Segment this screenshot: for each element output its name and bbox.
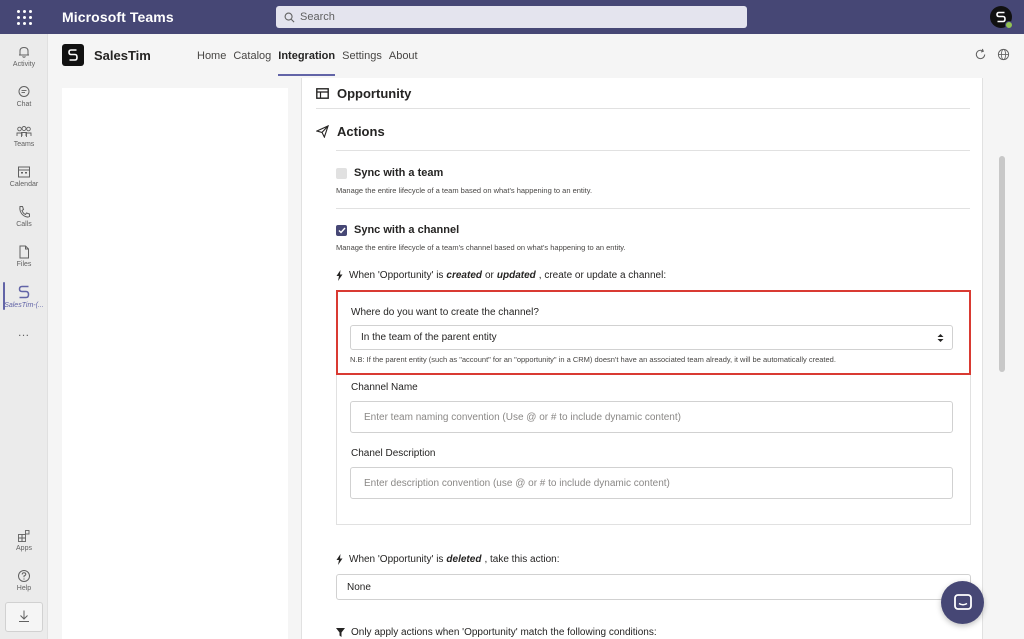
app-nav: Home Catalog Integration Settings About <box>197 50 425 76</box>
rail-label: Apps <box>16 544 32 552</box>
rail-label: Calls <box>16 220 32 228</box>
globe-icon[interactable] <box>997 48 1010 61</box>
scrollbar-thumb[interactable] <box>999 156 1005 372</box>
app-name: SalesTim <box>94 48 151 63</box>
sync-team-checkbox[interactable]: Sync with a team <box>336 167 443 179</box>
entity-header: Opportunity <box>316 86 411 101</box>
presence-available-icon <box>1005 21 1013 29</box>
rail-label: Help <box>16 584 32 592</box>
send-icon <box>316 125 329 138</box>
rail-label: Teams <box>13 140 35 148</box>
rail-item-files[interactable]: Files <box>0 236 48 276</box>
conditions-text: Only apply actions when 'Opportunity' ma… <box>351 627 657 638</box>
conditions-header: Only apply actions when 'Opportunity' ma… <box>336 627 657 638</box>
channel-location-label: Where do you want to create the channel? <box>351 307 539 318</box>
delete-action-value: None <box>347 581 371 593</box>
window-title: Microsoft Teams <box>62 9 174 25</box>
delete-action-select[interactable]: None <box>336 574 971 600</box>
title-bar: Microsoft Teams Search <box>0 0 1024 34</box>
rail-item-calls[interactable]: Calls <box>0 196 48 236</box>
chat-icon <box>18 85 30 97</box>
channel-description-placeholder: Enter description convention (use @ or #… <box>364 477 670 489</box>
app-header: SalesTim Home Catalog Integration Settin… <box>48 34 1024 78</box>
tab-home[interactable]: Home <box>197 50 226 62</box>
rail-label: SalesTim-(... <box>4 301 44 309</box>
rail-label: Files <box>16 260 32 268</box>
filter-icon <box>336 628 345 637</box>
rail-label: Calendar <box>9 180 39 188</box>
tab-about[interactable]: About <box>389 50 418 62</box>
sync-team-label: Sync with a team <box>354 167 444 179</box>
create-update-trigger: When 'Opportunity' is created or updated… <box>336 270 666 281</box>
sync-channel-description: Manage the entire lifecycle of a team's … <box>336 243 626 252</box>
teams-icon <box>16 125 32 137</box>
phone-icon <box>19 205 30 218</box>
search-icon <box>284 12 295 22</box>
more-apps-icon[interactable]: … <box>0 312 48 352</box>
file-icon <box>19 245 29 258</box>
salestim-logo <box>62 44 84 66</box>
entity-title: Opportunity <box>337 86 412 101</box>
rail-item-chat[interactable]: Chat <box>0 76 48 116</box>
bell-icon <box>19 46 29 58</box>
rail-label: Chat <box>16 100 32 108</box>
channel-name-placeholder: Enter team naming convention (Use @ or #… <box>364 411 681 423</box>
help-icon <box>18 569 30 582</box>
sync-channel-checkbox[interactable]: Sync with a channel <box>336 224 459 236</box>
rail-item-activity[interactable]: Activity <box>0 36 48 76</box>
channel-location-select[interactable]: In the team of the parent entity <box>350 325 953 350</box>
actions-title: Actions <box>337 124 385 139</box>
delete-trigger: When 'Opportunity' is deleted , take thi… <box>336 554 559 565</box>
checkbox-checked-icon <box>336 224 347 236</box>
rail-label: Activity <box>12 60 36 68</box>
rail-item-apps[interactable]: Apps <box>0 520 48 560</box>
user-avatar[interactable] <box>990 6 1013 29</box>
channel-description-label: Chanel Description <box>351 448 436 459</box>
search-input[interactable]: Search <box>276 6 747 28</box>
scrollbar[interactable] <box>996 78 1006 639</box>
rail-item-help[interactable]: Help <box>0 560 48 600</box>
refresh-icon[interactable] <box>974 48 987 61</box>
calendar-icon <box>18 166 30 177</box>
download-button[interactable] <box>5 602 43 632</box>
table-icon <box>316 88 329 99</box>
divider <box>336 150 970 151</box>
download-icon <box>19 610 29 622</box>
rail-item-calendar[interactable]: Calendar <box>0 156 48 196</box>
rail-item-teams[interactable]: Teams <box>0 116 48 156</box>
chat-widget-button[interactable] <box>941 581 984 624</box>
channel-location-note: N.B: If the parent entity (such as "acco… <box>350 355 836 364</box>
sync-team-description: Manage the entire lifecycle of a team ba… <box>336 186 593 195</box>
app-rail: Activity Chat Teams Calendar Calls Files… <box>0 34 48 639</box>
channel-location-value: In the team of the parent entity <box>361 332 497 343</box>
sync-channel-label: Sync with a channel <box>354 224 460 236</box>
rail-item-salestim[interactable]: SalesTim-(... <box>0 276 48 316</box>
lightning-icon <box>336 554 343 565</box>
integration-panel: Opportunity Actions Sync with a team Man… <box>301 78 983 639</box>
salestim-icon <box>18 285 30 298</box>
channel-name-input[interactable]: Enter team naming convention (Use @ or #… <box>350 401 953 433</box>
lightning-icon <box>336 270 343 281</box>
actions-header: Actions <box>316 124 385 139</box>
content-area: Opportunity Actions Sync with a team Man… <box>48 78 1024 639</box>
app-launcher-icon[interactable] <box>0 0 48 34</box>
tab-settings[interactable]: Settings <box>342 50 382 62</box>
apps-icon <box>18 529 30 542</box>
chat-bubble-icon <box>953 593 972 610</box>
tab-catalog[interactable]: Catalog <box>233 50 271 62</box>
channel-name-label: Channel Name <box>351 382 418 393</box>
sort-arrows-icon <box>937 334 944 342</box>
tab-integration[interactable]: Integration <box>278 50 335 76</box>
channel-description-input[interactable]: Enter description convention (use @ or #… <box>350 467 953 499</box>
checkbox-unchecked-icon <box>336 167 347 179</box>
left-panel <box>62 88 288 639</box>
divider <box>316 108 970 109</box>
search-placeholder: Search <box>300 11 335 23</box>
divider <box>336 208 970 209</box>
